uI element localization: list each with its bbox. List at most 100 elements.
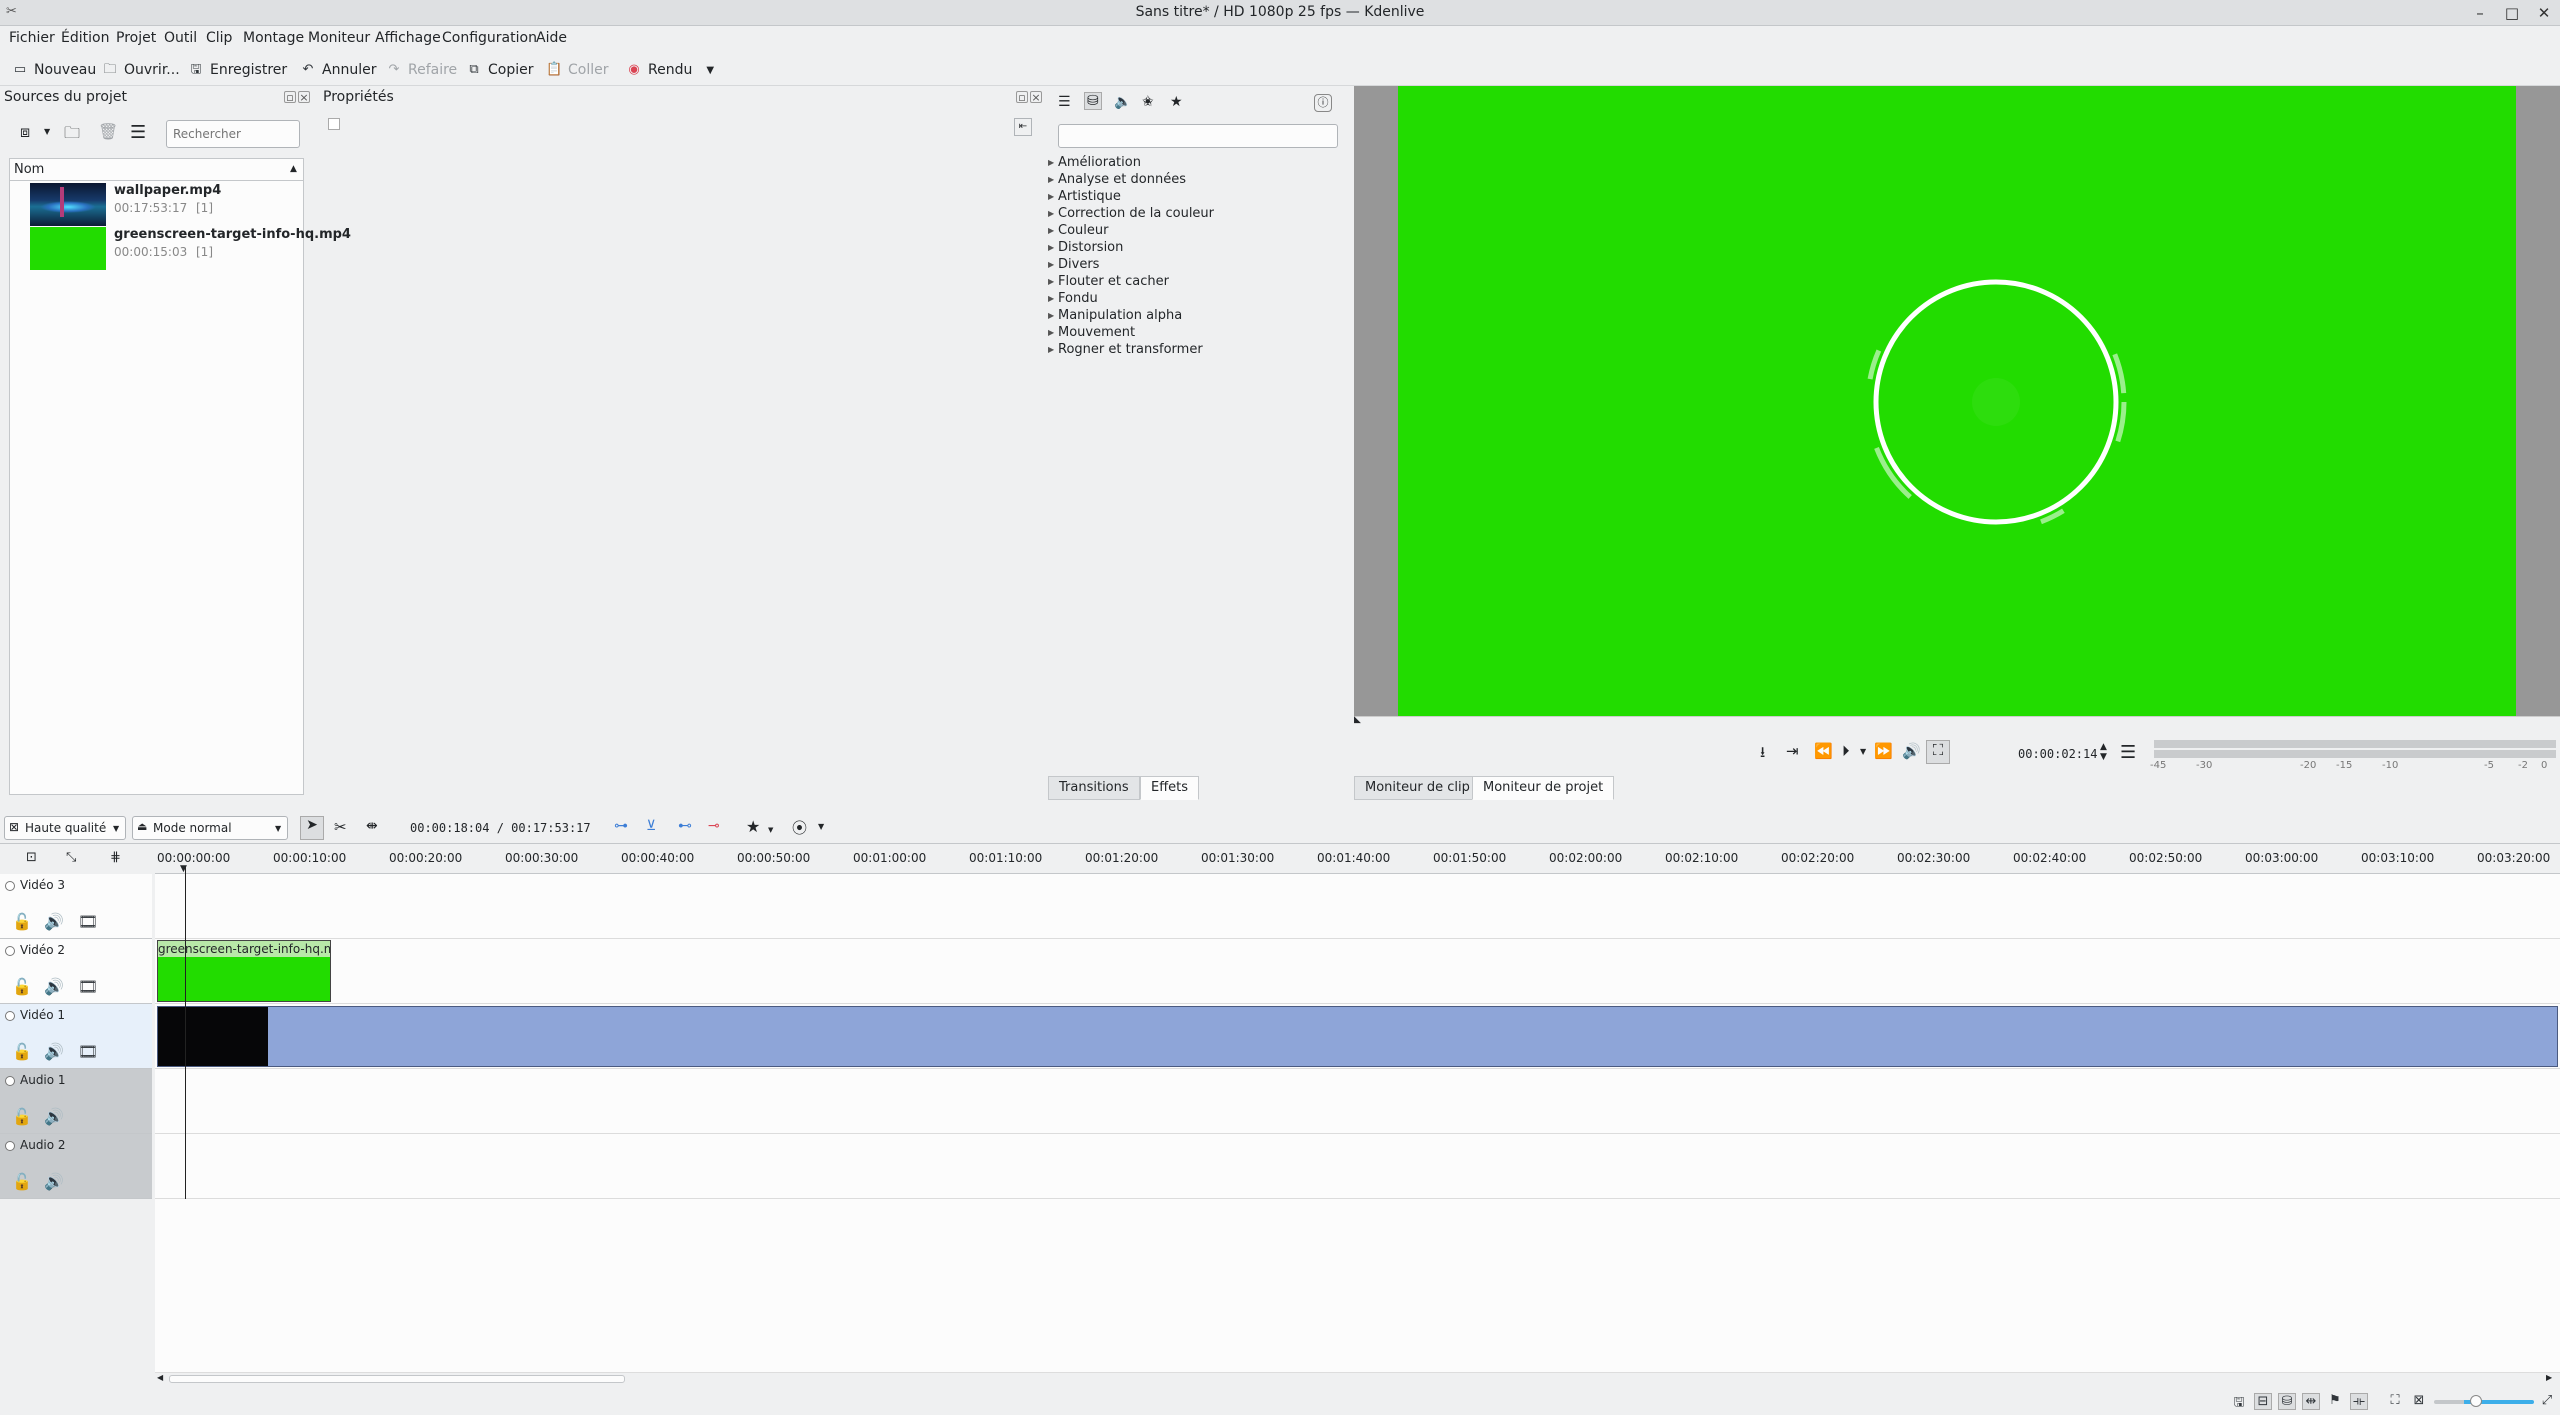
hide-video-icon[interactable]: 🎞 [78, 977, 98, 996]
monitor-view[interactable] [1354, 86, 2560, 716]
tab-transitions[interactable]: Transitions [1048, 776, 1140, 800]
mute-icon[interactable]: 🔊 [44, 1107, 64, 1126]
info-icon[interactable]: ⓘ [1314, 94, 1332, 112]
effect-category[interactable]: Analyse et données [1048, 172, 1186, 187]
track-target-toggle[interactable] [5, 881, 15, 891]
zoom-in-icon[interactable]: ⤢ [2538, 1393, 2556, 1408]
effect-category[interactable]: Rogner et transformer [1048, 342, 1203, 357]
edit-mode-select[interactable]: ⏏ Mode normal ▼ [132, 816, 288, 840]
timeline-empty-area[interactable] [155, 1199, 2560, 1372]
mute-icon[interactable]: 🔊 [44, 1172, 64, 1191]
monitor-ruler[interactable]: ◣ [1354, 715, 2560, 726]
effect-category[interactable]: Fondu [1048, 291, 1098, 306]
track-target-toggle[interactable] [5, 1141, 15, 1151]
timeline-clip-wallpaper[interactable] [157, 1006, 2558, 1067]
track-target-toggle[interactable] [5, 946, 15, 956]
menu-clip[interactable]: Clip [206, 30, 232, 46]
float-panel-icon[interactable]: ▫ [1016, 91, 1028, 104]
menu-fichier[interactable]: Fichier [9, 30, 55, 46]
add-folder-icon[interactable]: 🗀 [64, 122, 80, 149]
effect-category[interactable]: Distorsion [1048, 240, 1123, 255]
scroll-left-icon[interactable]: ◀ [157, 1373, 163, 1382]
chevron-down-icon[interactable]: ▼ [44, 127, 50, 136]
video-effects-icon[interactable]: ⛁ [1084, 92, 1102, 110]
open-button[interactable]: 🗀 Ouvrir... [102, 58, 179, 82]
copy-button[interactable]: ⧉ Copier [466, 58, 533, 82]
all-effects-icon[interactable]: ☰ [1058, 94, 1071, 110]
effect-category[interactable]: Divers [1048, 257, 1100, 272]
minimize-icon[interactable]: – [2468, 2, 2492, 24]
paste-button[interactable]: 📋 Coller [546, 58, 609, 82]
scroll-right-icon[interactable]: ▶ [2546, 1373, 2552, 1382]
track-menu-icon[interactable]: ⋕ [110, 850, 121, 865]
render-preview-icon[interactable]: 🖫 [2230, 1393, 2248, 1415]
menu-projet[interactable]: Projet [116, 30, 156, 46]
menu-moniteur[interactable]: Moniteur [308, 30, 370, 46]
lift-icon[interactable]: ⊷ [678, 818, 692, 834]
effect-category[interactable]: Correction de la couleur [1048, 206, 1214, 221]
close-icon[interactable]: ✕ [2532, 2, 2556, 24]
undo-button[interactable]: ↶ Annuler [300, 58, 377, 82]
timeline-playhead[interactable] [185, 866, 186, 1199]
favorite-icon[interactable]: ★ [746, 817, 760, 836]
play-icon[interactable]: ⏵ [1842, 742, 1850, 760]
hide-video-icon[interactable]: 🎞 [78, 1042, 98, 1061]
maximize-icon[interactable]: □ [2500, 2, 2524, 24]
effect-category[interactable]: Artistique [1048, 189, 1121, 204]
track-target-toggle[interactable] [5, 1076, 15, 1086]
timeline-position[interactable]: 00:00:18:04 / 00:17:53:17 [410, 821, 591, 835]
set-zone-out-icon[interactable]: ⇥ [1786, 742, 1799, 760]
track-tag-icon[interactable]: ⟛ [2350, 1393, 2368, 1410]
redo-button[interactable]: ↷ Refaire [386, 58, 458, 82]
razor-tool-icon[interactable]: ✂ [334, 818, 347, 836]
track-header-video-1[interactable]: Vidéo 1 🔓 🔊 🎞 [0, 1004, 152, 1069]
menu-affichage[interactable]: Affichage [375, 30, 441, 46]
menu-configuration[interactable]: Configuration [442, 30, 537, 46]
effect-category[interactable]: Manipulation alpha [1048, 308, 1182, 323]
properties-checkbox[interactable] [328, 118, 340, 130]
lock-icon[interactable]: 🔓 [12, 977, 32, 996]
monitor-timecode[interactable]: 00:00:02:14 [2018, 747, 2097, 761]
custom-effects-icon[interactable]: ✬ [1142, 94, 1154, 110]
menu-montage[interactable]: Montage [243, 30, 304, 46]
chevron-down-icon[interactable]: ▼ [768, 826, 773, 834]
effect-category[interactable]: Flouter et cacher [1048, 274, 1169, 289]
lock-icon[interactable]: 🔓 [12, 1172, 32, 1191]
timeline-clip-greenscreen[interactable]: greenscreen-target-info-hq.mp4 [157, 940, 331, 1002]
list-view-icon[interactable]: ☰ [130, 122, 146, 143]
track-header-video-2[interactable]: Vidéo 2 🔓 🔊 🎞 [0, 939, 152, 1004]
fit-zoom-icon[interactable]: ⤡ [66, 850, 76, 865]
mute-icon[interactable]: 🔊 [44, 977, 64, 996]
track-header-audio-2[interactable]: Audio 2 🔓 🔊 [0, 1134, 152, 1199]
volume-icon[interactable]: 🔊 [1902, 742, 1921, 760]
mute-icon[interactable]: 🔊 [44, 1042, 64, 1061]
zoom-out-icon[interactable]: ⊠ [2410, 1393, 2428, 1408]
lock-icon[interactable]: 🔓 [12, 1107, 32, 1126]
track-lane-video-2[interactable]: greenscreen-target-info-hq.mp4 [155, 939, 2560, 1004]
tab-project-monitor[interactable]: Moniteur de projet [1472, 776, 1615, 800]
automask-icon[interactable]: ⦿ [792, 817, 807, 838]
track-lane-video-3[interactable] [155, 874, 2560, 939]
menu-edition[interactable]: Édition [61, 30, 109, 46]
selection-tool-icon[interactable]: ➤ [300, 816, 324, 840]
panel-menu-icon[interactable]: ⇤ [1014, 118, 1032, 136]
close-panel-icon[interactable]: × [298, 91, 310, 104]
scrollbar-handle[interactable] [169, 1375, 625, 1383]
effect-category[interactable]: Couleur [1048, 223, 1109, 238]
float-panel-icon[interactable]: ▫ [284, 91, 296, 104]
list-item[interactable]: wallpaper.mp4 00:17:53:17 [1] [10, 183, 303, 227]
spacer-tool-icon[interactable]: ⇼ [366, 818, 378, 834]
render-button[interactable]: ◉ Rendu ▼ [626, 58, 714, 82]
tab-clip-monitor[interactable]: Moniteur de clip [1354, 776, 1481, 800]
effect-category[interactable]: Amélioration [1048, 155, 1141, 170]
monitor-menu-icon[interactable]: ☰ [2120, 742, 2136, 763]
extract-icon[interactable]: ⊸ [708, 818, 720, 834]
mute-icon[interactable]: 🔊 [44, 912, 64, 931]
lock-icon[interactable]: 🔓 [12, 1042, 32, 1061]
track-target-toggle[interactable] [5, 1011, 15, 1021]
forward-icon[interactable]: ⏩ [1874, 742, 1893, 760]
new-button[interactable]: ▭ Nouveau [12, 58, 96, 82]
overwrite-icon[interactable]: ⊻ [646, 818, 656, 834]
lock-icon[interactable]: 🔓 [12, 912, 32, 931]
insert-icon[interactable]: ⊶ [614, 818, 628, 834]
